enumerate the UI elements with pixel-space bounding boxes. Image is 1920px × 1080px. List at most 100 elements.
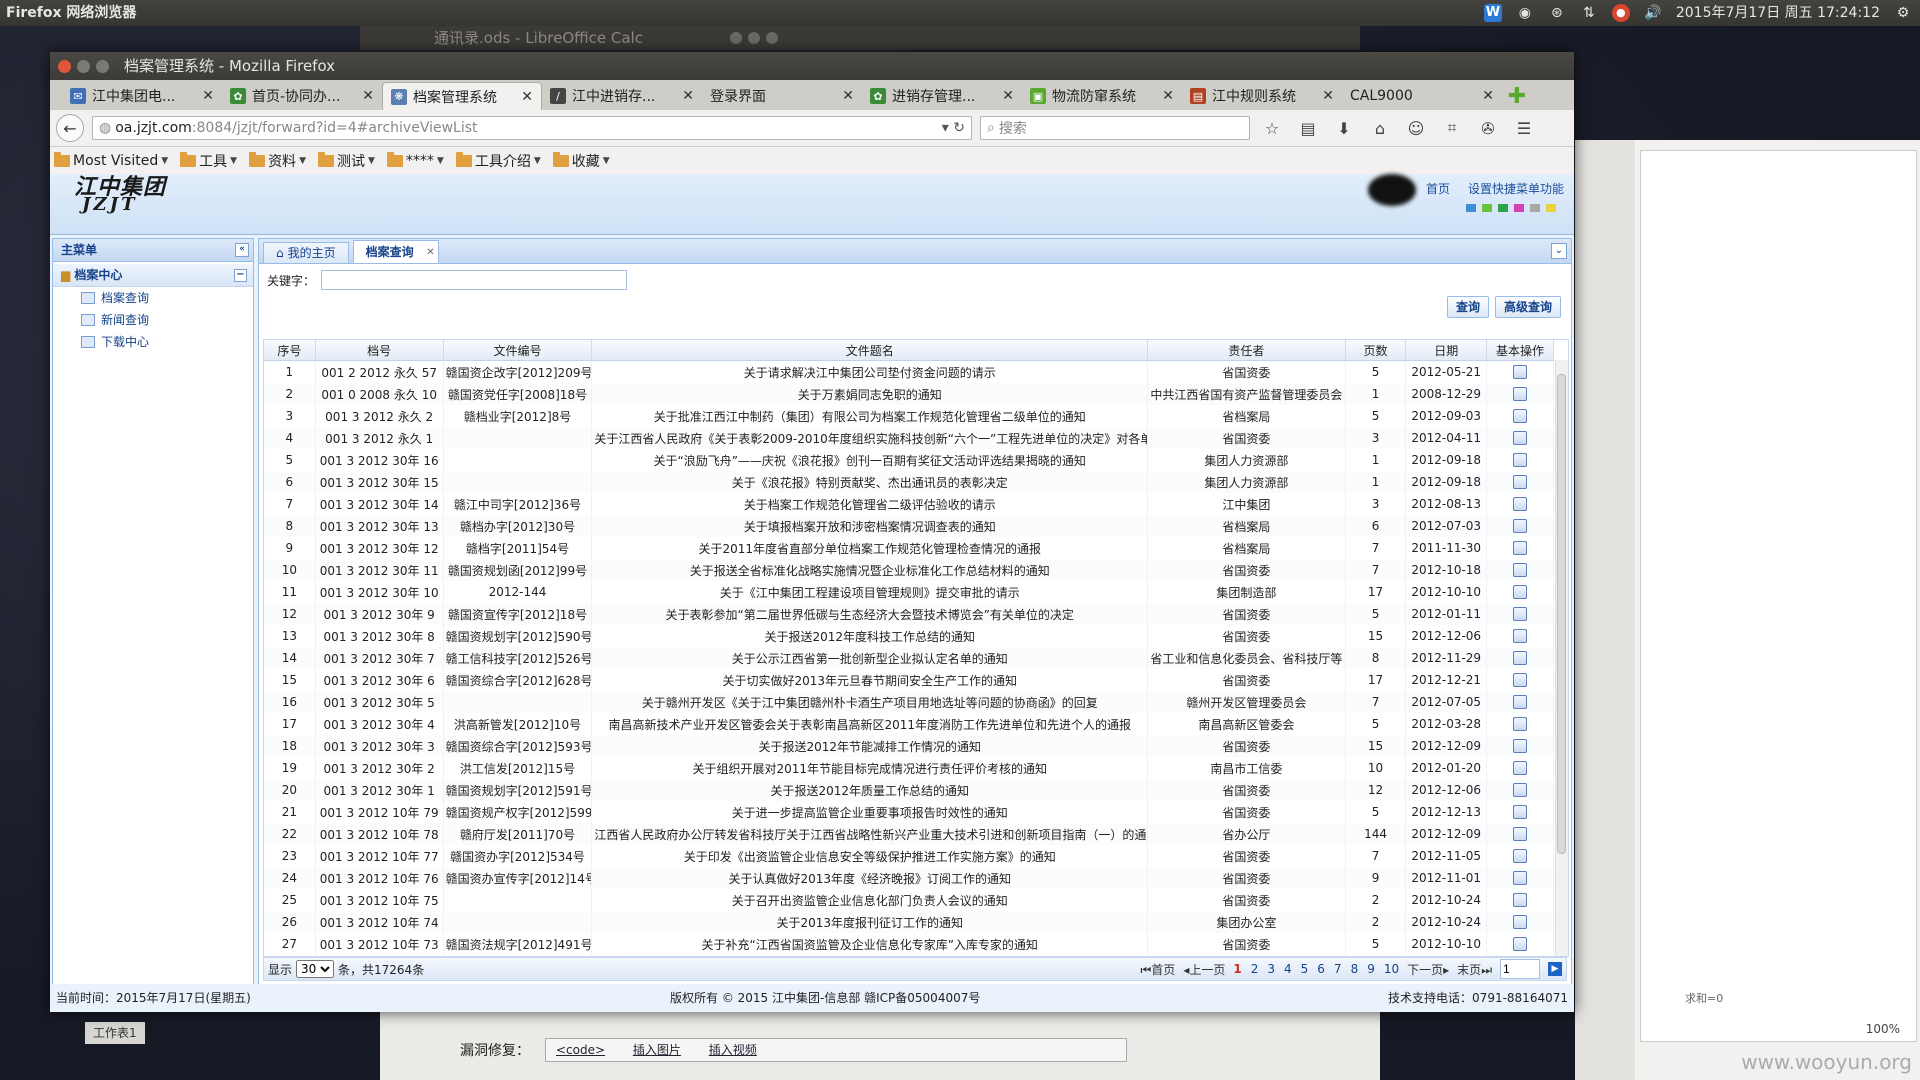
table-row[interactable]: 21 001 3 2012 10年 79 赣国资规产权字[2012]599 关于进一步… [264,801,1555,823]
close-window-icon[interactable] [58,60,71,73]
view-document-icon[interactable] [1512,937,1527,952]
theme-swatch[interactable] [1530,204,1540,212]
back-arrow-icon[interactable]: ← [56,114,84,142]
browser-tab-inventory[interactable]: / 江中进销存... ✕ [542,82,702,110]
url-bar[interactable]: ◍ oa.jzjt.com:8084/jzjt/forward?id=4#arc… [92,116,972,140]
new-tab-icon[interactable]: ✚ [1502,82,1532,110]
sidebar-item-news-query[interactable]: 新闻查询 [53,309,253,331]
view-document-icon[interactable] [1512,915,1527,930]
table-row[interactable]: 23 001 3 2012 10年 77 赣国资办字[2012]534号 关于印发《出… [264,845,1555,867]
gear-icon[interactable]: ⚙ [1894,4,1912,22]
wps-tray-icon[interactable]: W [1483,4,1502,22]
table-row[interactable]: 12 001 3 2012 30年 9 赣国资宣传字[2012]18号 关于表彰参加“… [264,603,1555,625]
sidebar-item-archive-query[interactable]: 档案查询 [53,287,253,309]
download-icon[interactable]: ⬇ [1330,119,1358,138]
maximize-window-icon[interactable] [96,60,109,73]
company-logo[interactable]: 江中集团 JZJT [74,176,166,214]
table-row[interactable]: 2 001 0 2008 永久 10 赣国资党任字[2008]18号 关于万素娟同志免… [264,383,1555,405]
view-document-icon[interactable] [1512,893,1527,908]
sidebar-group-archive-center[interactable]: ▆ 档案中心 − [53,264,253,287]
table-row[interactable]: 20 001 3 2012 30年 1 赣国资规划字[2012]591号 关于报送20… [264,779,1555,801]
table-row[interactable]: 4 001 3 2012 永久 1 关于江西省人民政府《关于表彰2009-2010年… [264,427,1555,449]
page-number-link[interactable]: 9 [1367,962,1375,976]
page-number-link[interactable]: 5 [1301,962,1309,976]
home-icon[interactable]: ⌂ [1366,119,1394,138]
table-row[interactable]: 18 001 3 2012 30年 3 赣国资综合字[2012]593号 关于报送20… [264,735,1555,757]
bookmark-star-icon[interactable]: ☆ [1258,119,1286,138]
table-row[interactable]: 6 001 3 2012 30年 15 关于《浪花报》特别贡献奖、杰出通讯员的表彰决… [264,471,1555,493]
reload-icon[interactable]: ▾ ↻ [942,120,965,136]
table-row[interactable]: 15 001 3 2012 30年 6 赣国资综合字[2012]628号 关于切实做好… [264,669,1555,691]
view-document-icon[interactable] [1512,365,1527,380]
browser-tab-login[interactable]: 登录界面 ✕ [702,82,862,110]
view-document-icon[interactable] [1512,651,1527,666]
table-row[interactable]: 9 001 3 2012 30年 12 赣档字[2011]54号 关于2011年度省直… [264,537,1555,559]
column-header-responsible[interactable]: 责任者 [1147,340,1346,361]
tab-archive-query[interactable]: 档案查询 ✕ [352,240,439,263]
view-document-icon[interactable] [1512,761,1527,776]
bookmark-test[interactable]: 测试 ▼ [317,151,375,171]
column-header-date[interactable]: 日期 [1405,340,1487,361]
view-document-icon[interactable] [1512,519,1527,534]
minimize-window-icon[interactable] [77,60,90,73]
view-document-icon[interactable] [1512,431,1527,446]
page-number-link[interactable]: 3 [1267,962,1275,976]
page-size-select[interactable]: 30 [296,960,335,978]
table-row[interactable]: 19 001 3 2012 30年 2 洪工信发[2012]15号 关于组织开展对20… [264,757,1555,779]
bookmark-masked[interactable]: **** ▼ [386,152,444,169]
volume-icon[interactable]: 🔊 [1644,4,1662,22]
browser-tab-cal9000[interactable]: CAL9000 ✕ [1342,82,1502,110]
bookmark-tool-intro[interactable]: 工具介绍 ▼ [455,151,541,171]
browser-tab-jiangzhong-mail[interactable]: ✉ 江中集团电... ✕ [62,82,222,110]
table-row[interactable]: 7 001 3 2012 30年 14 赣江中司字[2012]36号 关于档案工作规范… [264,493,1555,515]
view-document-icon[interactable] [1512,717,1527,732]
browser-tab-rules[interactable]: ▤ 江中规则系统 ✕ [1182,82,1342,110]
keyword-input[interactable] [321,270,628,290]
close-tab-icon[interactable]: ✕ [1002,88,1014,104]
close-tab-icon[interactable]: ✕ [1322,88,1334,104]
crop-icon[interactable]: ⌗ [1438,118,1466,138]
close-tab-icon[interactable]: ✕ [521,89,533,105]
first-page-button[interactable]: ⏮首页 [1140,961,1175,978]
notification-tray-icon[interactable]: ● [1611,4,1630,22]
collapse-sidebar-icon[interactable]: « [235,243,249,257]
bookmark-tools[interactable]: 工具 ▼ [180,151,237,171]
query-button[interactable]: 查询 [1446,296,1489,318]
page-number-link[interactable]: 1 [1233,962,1241,976]
theme-swatch[interactable] [1466,204,1476,212]
column-header-pages[interactable]: 页数 [1345,340,1407,361]
view-document-icon[interactable] [1512,475,1527,490]
view-document-icon[interactable] [1512,849,1527,864]
browser-tab-oa[interactable]: ✿ 首页-协同办... ✕ [222,82,382,110]
background-calc-window-title[interactable]: 通讯录.ods - LibreOffice Calc [360,26,1360,50]
view-document-icon[interactable] [1512,827,1527,842]
reading-list-icon[interactable]: ▤ [1294,119,1322,138]
browser-tab-archive[interactable]: ❋ 档案管理系统 ✕ [382,82,542,110]
view-document-icon[interactable] [1512,783,1527,798]
page-number-link[interactable]: 4 [1284,962,1292,976]
view-document-icon[interactable] [1512,739,1527,754]
view-document-icon[interactable] [1512,695,1527,710]
table-row[interactable]: 3 001 3 2012 永久 2 赣档业字[2012]8号 关于批准江西江中制药（集… [264,405,1555,427]
view-document-icon[interactable] [1512,673,1527,688]
page-number-link[interactable]: 6 [1317,962,1325,976]
page-number-link[interactable]: 7 [1334,962,1342,976]
last-page-button[interactable]: 末页⏭ [1457,961,1492,978]
insert-video-link[interactable]: 插入视频 [709,1043,757,1057]
view-document-icon[interactable] [1512,409,1527,424]
table-row[interactable]: 5 001 3 2012 30年 16 关于“浪励飞舟”——庆祝《浪花报》创刊一百期… [264,449,1555,471]
prev-page-button[interactable]: ◂上一页 [1183,961,1225,978]
column-header-file-title[interactable]: 文件题名 [591,340,1149,361]
view-document-icon[interactable] [1512,453,1527,468]
browser-tab-sales[interactable]: ✿ 进销存管理... ✕ [862,82,1022,110]
column-header-file-no[interactable]: 文件编号 [443,340,593,361]
table-row[interactable]: 13 001 3 2012 30年 8 赣国资规划字[2012]590号 关于报送20… [264,625,1555,647]
insert-image-link[interactable]: 插入图片 [633,1043,681,1057]
sheet-tab[interactable]: 工作表1 [85,1022,145,1044]
table-row[interactable]: 16 001 3 2012 30年 5 关于赣州开发区《关于江中集团赣州朴卡酒生产项… [264,691,1555,713]
shortcut-menu-settings-link[interactable]: 设置快捷菜单功能 [1468,180,1564,197]
browser-tab-logistics[interactable]: ▣ 物流防窜系统 ✕ [1022,82,1182,110]
column-header-archive-no[interactable]: 档号 [315,340,444,361]
bookmark-favorites[interactable]: 收藏 ▼ [552,151,610,171]
next-page-button[interactable]: 下一页▸ [1407,961,1449,978]
